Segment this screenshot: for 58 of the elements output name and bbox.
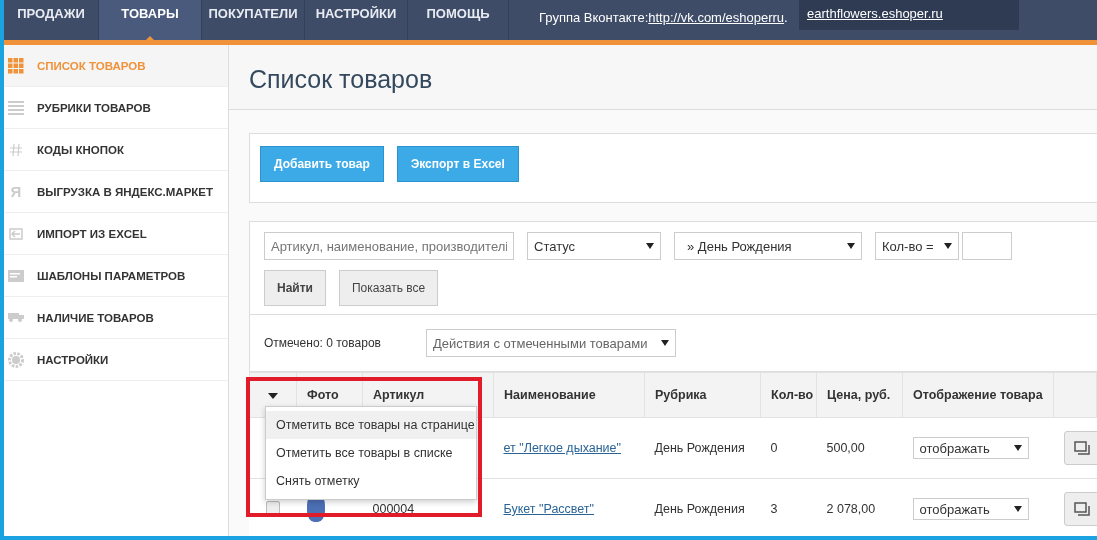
sidebar-item[interactable]: НАЛИЧИЕ ТОВАРОВ [4, 297, 228, 339]
quantity-field[interactable] [962, 232, 1012, 260]
menu-item[interactable]: Отметить все товары на странице [266, 411, 476, 439]
table-cell: День Рождения [654, 502, 745, 516]
sidebar-item[interactable]: КОДЫ КНОПОК [4, 129, 228, 171]
table-cell: 0 [770, 441, 778, 455]
filter-button[interactable]: Показать все [339, 270, 439, 306]
table-cell: 3 [770, 502, 778, 516]
table-cell: 500,00 [826, 441, 865, 455]
column-header: Кол-во [771, 388, 814, 402]
page-title: Список товаров [249, 64, 434, 94]
nav-tab[interactable]: НАСТРОЙКИ [305, 0, 408, 40]
bulk-action-select[interactable]: Действия с отмеченными товарами [425, 329, 676, 357]
copy-button[interactable] [1063, 492, 1097, 526]
vk-link[interactable]: http://vk.com/eshoperru [648, 10, 785, 25]
column-header: Цена, руб. [827, 388, 891, 402]
nav-tab[interactable]: ПОМОЩЬ [408, 0, 509, 40]
site-link[interactable]: earthflowers.eshoper.ru [807, 6, 943, 21]
sidebar-item[interactable]: ШАБЛОНЫ ПАРАМЕТРОВ [4, 255, 228, 297]
table-cell: 000004 [372, 502, 415, 516]
truck-icon [8, 313, 24, 322]
info-text: . [784, 10, 788, 25]
settings-icon [8, 351, 24, 368]
copy-icon [1073, 502, 1090, 516]
column-header: Артикул [373, 388, 425, 402]
column-header: Отображение товара [913, 388, 1043, 402]
caret-icon[interactable] [268, 393, 278, 399]
column-header: Наименование [504, 388, 596, 402]
table-cell: 2 078,00 [826, 502, 876, 516]
list-icon [8, 99, 24, 116]
copy-button[interactable] [1063, 431, 1097, 465]
display-select[interactable]: отображать [912, 498, 1029, 520]
nav-tab[interactable]: ТОВАРЫ [99, 0, 202, 40]
import-icon [8, 225, 24, 242]
search-field[interactable]: Артикул, наименование, производителі [264, 232, 514, 260]
copy-icon [1073, 441, 1090, 455]
column-header: Рубрика [655, 388, 707, 402]
quantity-select[interactable]: Кол-во = [875, 232, 959, 260]
nav-tab[interactable]: ПОКУПАТЕЛИ [202, 0, 305, 40]
info-text: Группа Вконтакте: [539, 10, 649, 25]
status-select[interactable]: Статус [527, 232, 661, 260]
column-header: Фото [307, 388, 339, 402]
template-icon [8, 267, 24, 284]
sidebar-item[interactable]: НАСТРОЙКИ [4, 339, 228, 381]
display-select[interactable]: отображать [912, 437, 1029, 459]
grid-icon [8, 57, 24, 74]
sidebar-item[interactable]: РУБРИКИ ТОВАРОВ [4, 87, 228, 129]
sidebar-item[interactable]: ИМПОРТ ИЗ EXCEL [4, 213, 228, 255]
product-link[interactable]: Букет "Рассвет" [503, 502, 595, 516]
table-cell: День Рождения [654, 441, 745, 455]
category-select[interactable]: » День Рождения [674, 232, 862, 260]
filter-button[interactable]: Найти [264, 270, 326, 306]
marked-count: Отмечено: 0 товаров [264, 336, 381, 350]
menu-item[interactable]: Отметить все товары в списке [266, 439, 476, 467]
menu-item[interactable]: Снять отметку [266, 467, 476, 495]
product-link[interactable]: ет "Легкое дыхание" [503, 441, 621, 455]
hash-icon [10, 143, 22, 156]
row-checkbox[interactable] [266, 500, 280, 515]
